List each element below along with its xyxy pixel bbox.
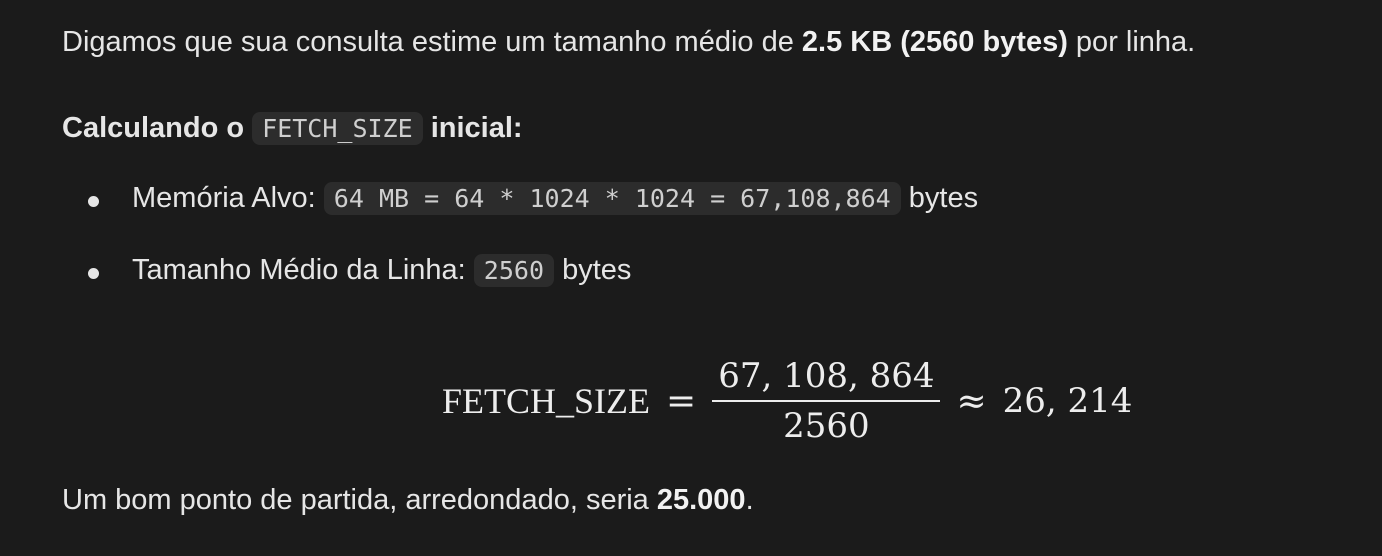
heading-prefix: Calculando o [62, 112, 253, 144]
intro-bold-size: 2.5 KB (2560 bytes) [801, 26, 1068, 58]
intro-paragraph: Digamos que sua consulta estime um taman… [62, 22, 1195, 62]
heading-suffix: inicial: [422, 112, 523, 144]
list-item-suffix: bytes [900, 182, 979, 214]
formula-numerator: 67, 108, 864 [712, 356, 941, 402]
bullet-icon [88, 196, 99, 207]
formula-lhs: FETCH_SIZE [442, 381, 651, 421]
formula-fraction: 67, 108, 864 2560 [712, 356, 941, 446]
outro-text-suffix: . [745, 484, 754, 516]
list-item-label: Memória Alvo: [132, 182, 324, 214]
outro-text-prefix: Um bom ponto de partida, arredondado, se… [62, 484, 657, 516]
formula: FETCH_SIZE = 67, 108, 864 2560 ≈ 26, 214 [442, 356, 1132, 446]
list-item-code: 2560 [473, 254, 555, 287]
formula-approx: ≈ [956, 380, 987, 422]
outro-bold-value: 25.000 [656, 484, 746, 516]
intro-text-prefix: Digamos que sua consulta estime um taman… [62, 26, 802, 58]
outro-paragraph: Um bom ponto de partida, arredondado, se… [62, 480, 754, 520]
formula-result: 26, 214 [1002, 381, 1133, 421]
list-item-code: 64 MB = 64 * 1024 * 1024 = 67,108,864 [323, 182, 901, 215]
list-item-suffix: bytes [554, 254, 632, 286]
heading-code: FETCH_SIZE [252, 112, 423, 145]
list-item-label: Tamanho Médio da Linha: [132, 254, 474, 286]
formula-equals: = [666, 380, 697, 422]
list-item: Memória Alvo: 64 MB = 64 * 1024 * 1024 =… [62, 178, 978, 219]
bullet-list: Memória Alvo: 64 MB = 64 * 1024 * 1024 =… [62, 178, 978, 322]
intro-text-suffix: por linha. [1067, 26, 1196, 58]
section-heading: Calculando o FETCH_SIZE inicial: [62, 108, 523, 149]
bullet-icon [88, 268, 99, 279]
formula-denominator: 2560 [783, 406, 870, 446]
list-item: Tamanho Médio da Linha: 2560 bytes [62, 250, 978, 291]
